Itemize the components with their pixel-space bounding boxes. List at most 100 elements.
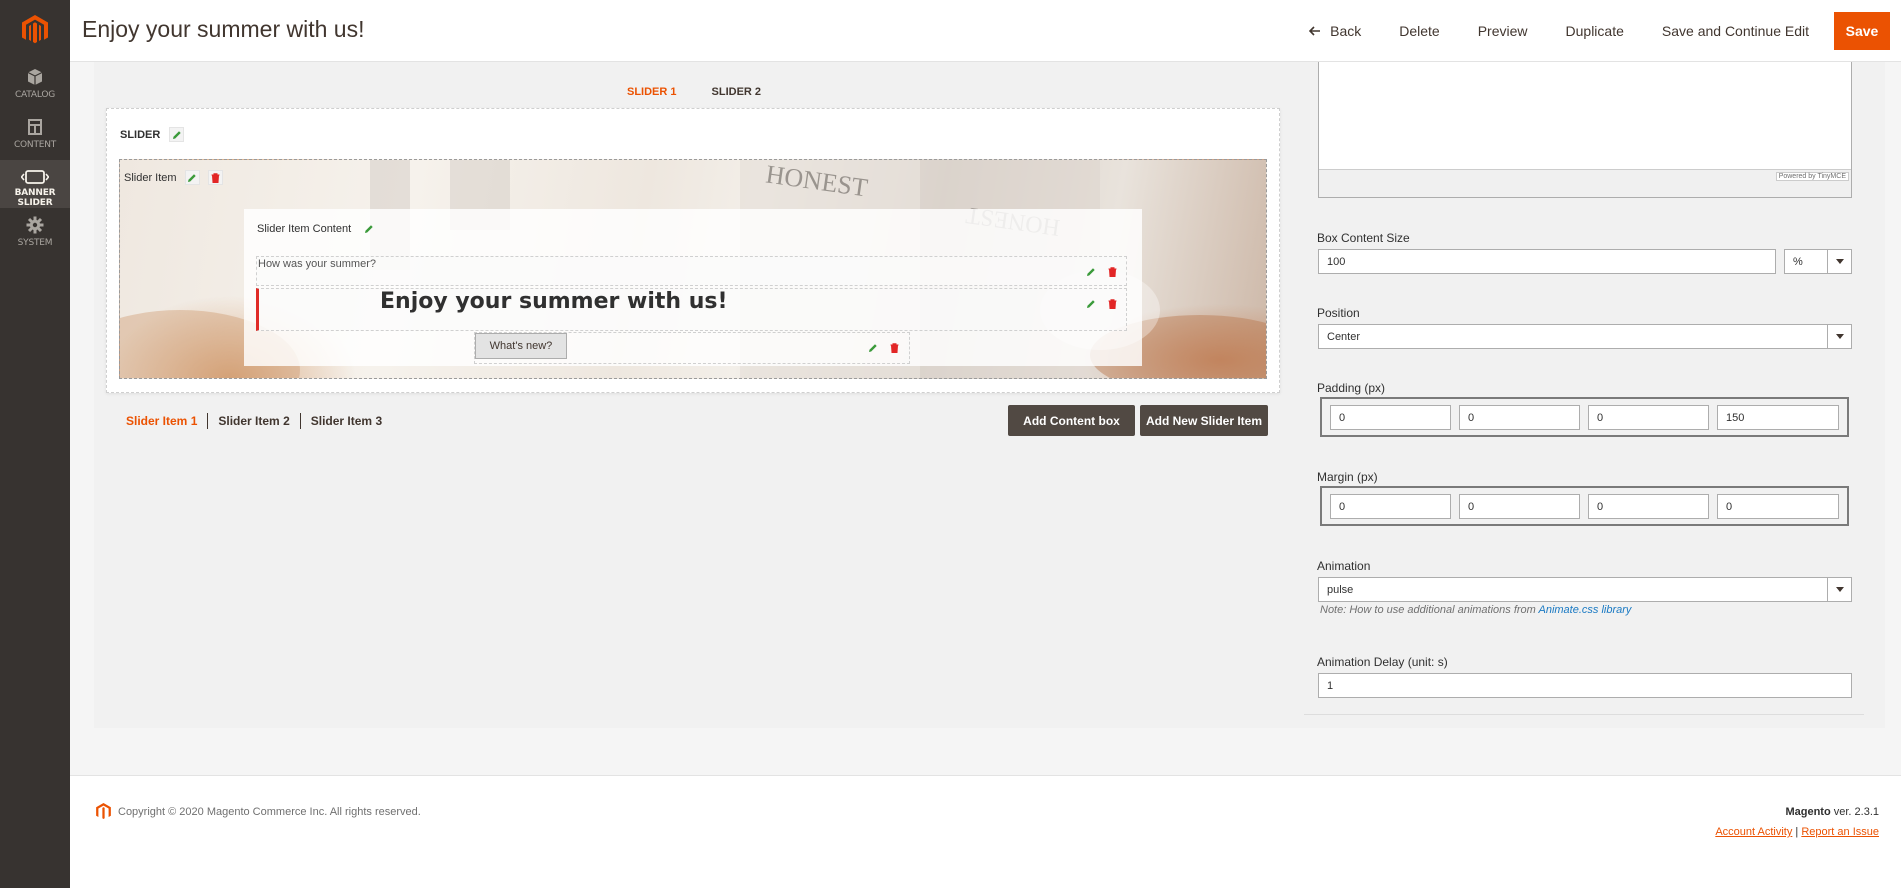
animate-css-link[interactable]: Animate.css library: [1538, 604, 1631, 616]
slider-item-nav: Slider Item 1 Slider Item 2 Slider Item …: [126, 413, 392, 429]
save-button[interactable]: Save: [1834, 12, 1890, 50]
animation-value: pulse: [1327, 583, 1354, 596]
subtitle-text: How was your summer?: [258, 258, 376, 270]
footer-links: Account Activity | Report an Issue: [1715, 826, 1879, 838]
magento-logo: [96, 803, 111, 819]
slider-item-label: Slider Item: [124, 171, 177, 184]
sidebar-item-label: SYSTEM: [17, 238, 53, 248]
add-content-box-button[interactable]: Add Content box: [1008, 405, 1135, 436]
trash-icon: [211, 172, 220, 183]
slider-label-text: SLIDER: [120, 128, 161, 141]
preview-button[interactable]: Preview: [1459, 23, 1547, 39]
whats-new-button[interactable]: What's new?: [475, 333, 567, 359]
slider-item-tab-1[interactable]: Slider Item 1: [126, 413, 207, 429]
slider-item-tab-3[interactable]: Slider Item 3: [299, 413, 392, 429]
chevron-down-icon: [1827, 325, 1851, 348]
edit-heading-button[interactable]: [1082, 295, 1099, 312]
delete-heading-button[interactable]: [1104, 295, 1121, 312]
pencil-icon: [188, 173, 196, 182]
edit-content-box-button[interactable]: [361, 221, 376, 236]
delete-button[interactable]: Delete: [1380, 23, 1458, 39]
slider-tabs: SLIDER 1 SLIDER 2: [627, 86, 761, 98]
pencil-icon: [868, 343, 877, 352]
position-select[interactable]: Center: [1318, 324, 1852, 349]
sidebar-item-label: CONTENT: [13, 140, 57, 150]
tab-slider-2[interactable]: SLIDER 2: [712, 86, 762, 98]
sidebar-item-label: CATALOG: [14, 90, 56, 100]
add-slider-item-button[interactable]: Add New Slider Item: [1140, 405, 1268, 436]
margin-top-input[interactable]: 0: [1330, 494, 1451, 519]
content-box-label: Slider Item Content: [257, 222, 352, 235]
version-info: Magento ver. 2.3.1: [1785, 806, 1879, 818]
copyright-text: Copyright © 2020 Magento Commerce Inc. A…: [118, 806, 421, 818]
sidebar-item-label: BANNER SLIDER: [14, 188, 56, 208]
button-row-controls: [864, 339, 903, 356]
box-content-size-unit-select[interactable]: %: [1784, 249, 1852, 274]
heading-row-controls: [1082, 295, 1121, 312]
padding-top-input[interactable]: 0: [1330, 405, 1451, 430]
brand-name: Magento: [1785, 806, 1831, 818]
tinymce-branding[interactable]: Powered by TinyMCE: [1775, 172, 1849, 181]
margin-right-input[interactable]: 0: [1459, 494, 1580, 519]
padding-label: Padding (px): [1317, 381, 1386, 395]
padding-left-input[interactable]: 150: [1717, 405, 1839, 430]
sidebar-item-system[interactable]: SYSTEM: [0, 216, 70, 266]
animation-delay-label: Animation Delay (unit: s): [1317, 655, 1448, 669]
magento-logo[interactable]: [22, 15, 48, 45]
save-and-continue-button[interactable]: Save and Continue Edit: [1643, 23, 1828, 39]
edit-button-button[interactable]: [864, 339, 881, 356]
edit-slider-item-button[interactable]: [184, 170, 200, 185]
slider-item-tab-2[interactable]: Slider Item 2: [207, 413, 299, 429]
tab-slider-1[interactable]: SLIDER 1: [627, 86, 677, 98]
margin-left-input[interactable]: 0: [1717, 494, 1839, 519]
trash-icon: [1108, 298, 1117, 309]
version-text: ver. 2.3.1: [1830, 806, 1879, 818]
panel-divider: [1304, 714, 1864, 715]
box-content-size-label: Box Content Size: [1317, 231, 1410, 245]
position-label: Position: [1317, 306, 1360, 320]
page-footer: [70, 775, 1901, 888]
box-content-size-input[interactable]: 100: [1318, 249, 1776, 274]
edit-subtitle-button[interactable]: [1082, 263, 1099, 280]
animation-label: Animation: [1317, 559, 1371, 573]
page-title: Enjoy your summer with us!: [82, 16, 365, 42]
slider-icon: [21, 170, 49, 184]
padding-bottom-input[interactable]: 0: [1588, 405, 1709, 430]
delete-button-button[interactable]: [886, 339, 903, 356]
unit-value: %: [1793, 255, 1803, 268]
trash-icon: [890, 342, 899, 353]
animation-select[interactable]: pulse: [1318, 577, 1852, 602]
pencil-icon: [1086, 299, 1095, 308]
sidebar-item-catalog[interactable]: CATALOG: [0, 68, 70, 118]
trash-icon: [1108, 266, 1117, 277]
edit-slider-button[interactable]: [169, 127, 185, 142]
report-issue-link[interactable]: Report an Issue: [1801, 826, 1879, 838]
content-box-toolbar: Slider Item Content: [257, 221, 376, 236]
chevron-down-icon: [1827, 250, 1851, 273]
animation-note: Note: How to use additional animations f…: [1320, 604, 1631, 616]
subtitle-row: [256, 256, 1127, 286]
account-activity-link[interactable]: Account Activity: [1715, 826, 1792, 838]
pencil-icon: [172, 130, 181, 139]
box-icon: [27, 69, 43, 85]
duplicate-button[interactable]: Duplicate: [1547, 23, 1643, 39]
layout-icon: [28, 119, 42, 135]
link-separator: |: [1795, 826, 1799, 838]
padding-right-input[interactable]: 0: [1459, 405, 1580, 430]
arrow-left-icon: [1309, 26, 1321, 36]
back-button[interactable]: Back: [1290, 23, 1380, 39]
delete-subtitle-button[interactable]: [1104, 263, 1121, 280]
wysiwyg-editor[interactable]: Powered by TinyMCE: [1318, 62, 1852, 198]
position-value: Center: [1327, 330, 1361, 343]
margin-bottom-input[interactable]: 0: [1588, 494, 1709, 519]
margin-label: Margin (px): [1317, 470, 1378, 484]
slider-heading: Enjoy your summer with us!: [380, 289, 728, 314]
delete-slider-item-button[interactable]: [207, 170, 223, 185]
chevron-down-icon: [1827, 578, 1851, 601]
subtitle-row-controls: [1082, 263, 1121, 280]
pencil-icon: [1086, 267, 1095, 276]
animation-delay-input[interactable]: 1: [1318, 673, 1852, 698]
animation-note-text: Note: How to use additional animations f…: [1320, 604, 1539, 616]
sidebar-item-banner-slider[interactable]: BANNER SLIDER: [0, 160, 70, 208]
editor-statusbar: Powered by TinyMCE: [1319, 169, 1851, 197]
